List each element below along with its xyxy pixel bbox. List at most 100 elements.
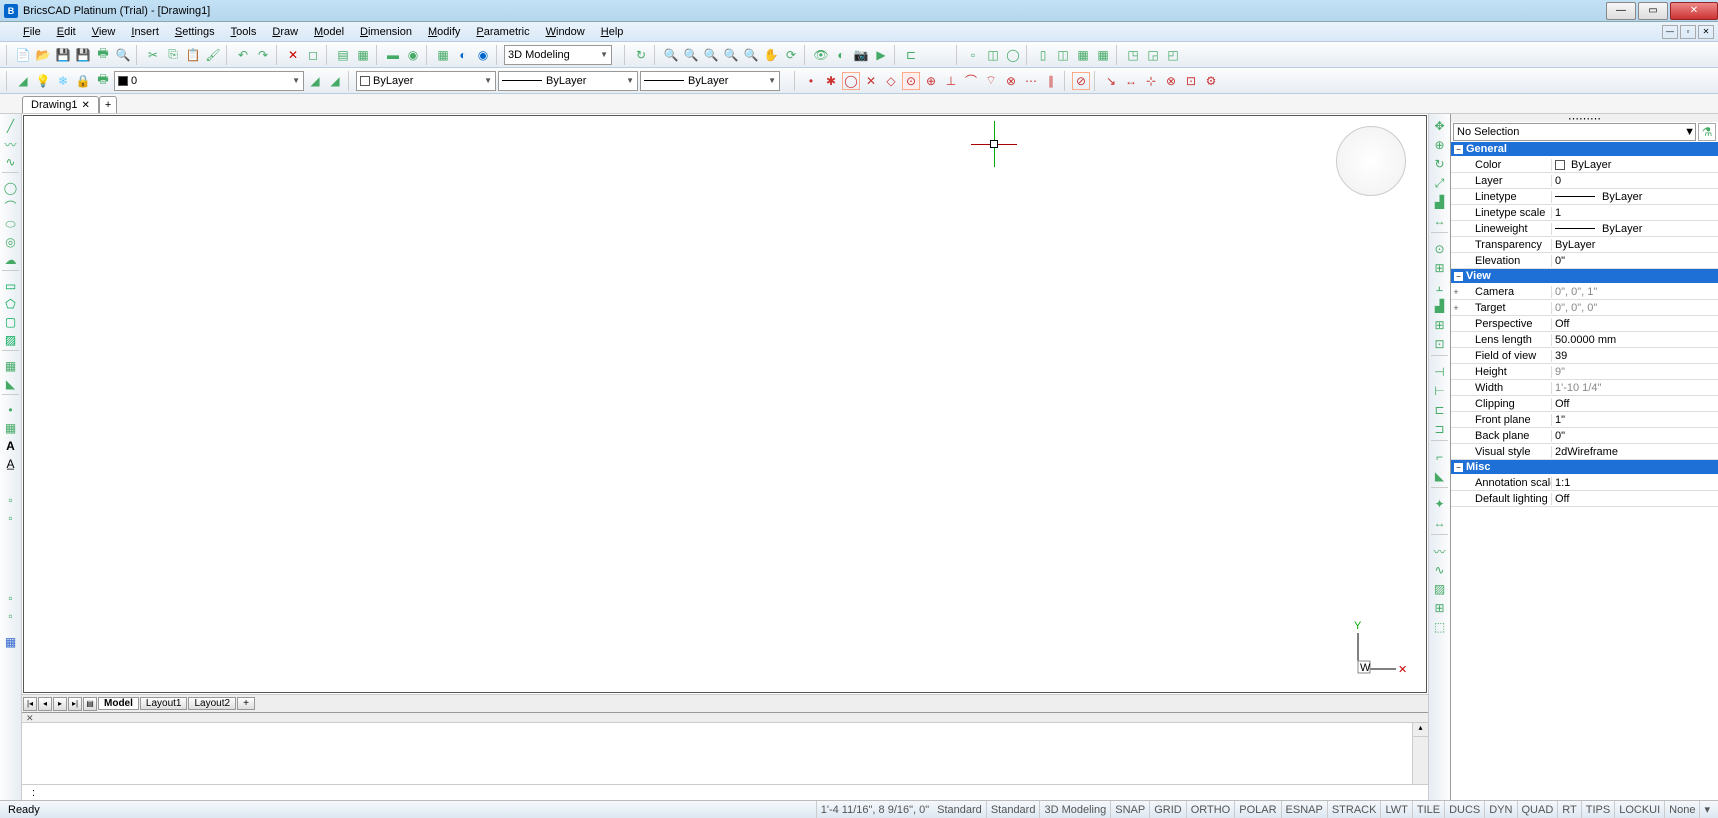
boundary-icon[interactable]: ▢ — [3, 314, 19, 330]
hatchedit-icon[interactable]: ▨ — [1432, 581, 1448, 597]
text-icon[interactable]: A — [3, 438, 19, 454]
scale-icon[interactable]: ⤢ — [1432, 175, 1448, 191]
solid2-icon[interactable]: ◲ — [1144, 46, 1162, 64]
zoom-extents-icon[interactable]: 🔍 — [702, 46, 720, 64]
break-icon[interactable]: ⊏ — [1432, 402, 1448, 418]
vp3-icon[interactable]: ▦ — [1074, 46, 1092, 64]
prop-row[interactable]: LinetypeByLayer — [1451, 189, 1718, 205]
layer-dropdown[interactable]: 0 ▼ — [114, 71, 304, 91]
insert-icon[interactable]: ▫ — [3, 510, 19, 526]
status-dyn[interactable]: DYN — [1484, 801, 1516, 818]
prop-row[interactable]: LineweightByLayer — [1451, 221, 1718, 237]
box-icon[interactable]: ▫ — [964, 46, 982, 64]
prop-row[interactable]: +Target0", 0", 0" — [1451, 300, 1718, 316]
fillet-icon[interactable]: ⌐ — [1432, 449, 1448, 465]
mirror-icon[interactable]: ▟ — [1432, 194, 1448, 210]
line-icon[interactable]: ╱ — [3, 118, 19, 134]
status-3dmodeling[interactable]: 3D Modeling — [1039, 801, 1110, 818]
trim-icon[interactable]: ⊣ — [1432, 364, 1448, 380]
cmdhist-scrollbar[interactable]: ▴ — [1412, 723, 1428, 784]
layout-add-button[interactable]: + — [237, 697, 255, 710]
new-icon[interactable]: 📄 — [14, 46, 32, 64]
render2-icon[interactable]: 📷 — [852, 46, 870, 64]
redo-icon[interactable]: ↷ — [254, 46, 272, 64]
status-none[interactable]: None — [1664, 801, 1699, 818]
snap-ext-icon[interactable]: ⋯ — [1022, 72, 1040, 90]
layer-iso-icon[interactable]: ◢ — [326, 72, 344, 90]
maximize-button[interactable]: ▭ — [1638, 2, 1668, 20]
linetype-dropdown[interactable]: ByLayer ▼ — [498, 71, 638, 91]
snap-node-icon[interactable]: ✕ — [862, 72, 880, 90]
status-snap[interactable]: SNAP — [1110, 801, 1149, 818]
arc-icon[interactable]: ⌒ — [3, 198, 19, 214]
mdi-restore-button[interactable]: ▫ — [1680, 25, 1696, 39]
status-tile[interactable]: TILE — [1412, 801, 1444, 818]
help-icon[interactable]: ◉ — [474, 46, 492, 64]
splinedit-icon[interactable]: ∿ — [1432, 562, 1448, 578]
snap-cen-icon[interactable]: ◯ — [842, 72, 860, 90]
prop-row[interactable]: Back plane0" — [1451, 428, 1718, 444]
mirror3d-icon[interactable]: ▟ — [1432, 298, 1448, 314]
model-canvas[interactable]: Y ✕ W — [23, 115, 1427, 693]
extend-icon[interactable]: ⊢ — [1432, 383, 1448, 399]
rotate-icon[interactable]: ↻ — [1432, 156, 1448, 172]
color-dropdown[interactable]: ByLayer ▼ — [356, 71, 496, 91]
prop-row[interactable]: Visual style2dWireframe — [1451, 444, 1718, 460]
prop-group-general[interactable]: −General — [1451, 142, 1718, 157]
status-standard[interactable]: Standard — [986, 801, 1040, 818]
menu-model[interactable]: Model — [306, 24, 352, 40]
snap-m2p-icon[interactable]: ↔ — [1122, 72, 1140, 90]
revcloud-icon[interactable]: ☁ — [3, 252, 19, 268]
print-icon[interactable]: 🖶 — [94, 46, 112, 64]
snap-par-icon[interactable]: ∥ — [1042, 72, 1060, 90]
snap-quad-icon[interactable]: ◇ — [882, 72, 900, 90]
select-icon[interactable]: ◻ — [304, 46, 322, 64]
tab-layout1[interactable]: Layout1 — [140, 697, 188, 710]
prop-row[interactable]: Front plane1" — [1451, 412, 1718, 428]
panel-grip[interactable]: ⋯⋯⋯ — [1451, 114, 1718, 122]
snap-near-icon[interactable]: ⌔ — [982, 72, 1000, 90]
layer-state-icon[interactable]: ◢ — [306, 72, 324, 90]
snap-perp-icon[interactable]: ⊥ — [942, 72, 960, 90]
tab-add-button[interactable]: + — [99, 96, 117, 113]
status-ortho[interactable]: ORTHO — [1186, 801, 1235, 818]
orbit-icon[interactable]: ⟳ — [782, 46, 800, 64]
snap-app-icon[interactable]: ⊗ — [1002, 72, 1020, 90]
region-icon[interactable]: ▨ — [3, 332, 19, 348]
lengthen-icon[interactable]: ↔ — [1432, 515, 1448, 531]
snap-off-icon[interactable]: ⊗ — [1162, 72, 1180, 90]
align-icon[interactable]: ⫠ — [1432, 279, 1448, 295]
mdi-minimize-button[interactable]: — — [1662, 25, 1678, 39]
xref-icon[interactable]: ▫ — [3, 608, 19, 624]
status-lockui[interactable]: LOCKUI — [1614, 801, 1664, 818]
menu-tools[interactable]: Tools — [223, 24, 265, 40]
properties-icon[interactable]: ▤ — [334, 46, 352, 64]
layer-freeze-icon[interactable]: ❄ — [54, 72, 72, 90]
array3d-icon[interactable]: ⊞ — [1432, 317, 1448, 333]
vp2-icon[interactable]: ◫ — [1054, 46, 1072, 64]
solid1-icon[interactable]: ◳ — [1124, 46, 1142, 64]
snap-end-icon[interactable]: • — [802, 72, 820, 90]
cut-icon[interactable]: ✂ — [144, 46, 162, 64]
status-rt[interactable]: RT — [1557, 801, 1580, 818]
prop-row[interactable]: +Camera0", 0", 1" — [1451, 284, 1718, 300]
command-input[interactable]: : — [22, 784, 1428, 800]
visualstyle-icon[interactable]: ▶ — [872, 46, 890, 64]
layer-print-icon[interactable]: 🖶 — [94, 72, 112, 90]
snap-ins-icon[interactable]: ⊕ — [922, 72, 940, 90]
offset-icon[interactable]: ⊙ — [1432, 241, 1448, 257]
explorer-icon[interactable]: ▦ — [354, 46, 372, 64]
snap-mid-icon[interactable]: ✱ — [822, 72, 840, 90]
status-polar[interactable]: POLAR — [1234, 801, 1280, 818]
menu-insert[interactable]: Insert — [123, 24, 167, 40]
layout-first-button[interactable]: |◂ — [23, 697, 37, 711]
mtext-icon[interactable]: A̲ — [3, 456, 19, 472]
menu-dimension[interactable]: Dimension — [352, 24, 420, 40]
misc-icon[interactable]: ▦ — [3, 634, 19, 650]
workspace-dropdown[interactable]: 3D Modeling ▼ — [504, 45, 612, 65]
prop-row[interactable]: PerspectiveOff — [1451, 316, 1718, 332]
zoom-in-icon[interactable]: 🔍 — [662, 46, 680, 64]
menu-settings[interactable]: Settings — [167, 24, 223, 40]
snap-set-icon[interactable]: ⚙ — [1202, 72, 1220, 90]
menu-parametric[interactable]: Parametric — [468, 24, 537, 40]
